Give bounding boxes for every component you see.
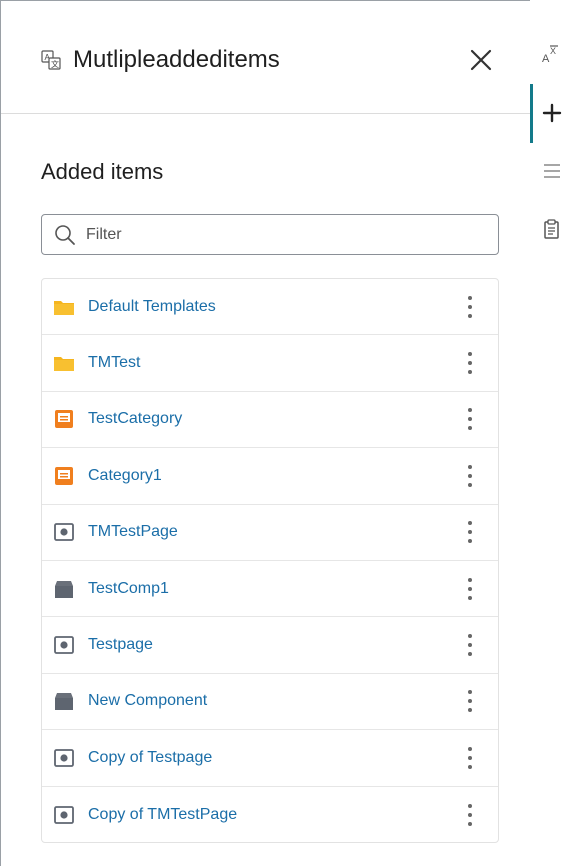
list-item[interactable]: Copy of Testpage	[42, 730, 498, 787]
more-options-icon[interactable]	[462, 350, 478, 376]
list-item[interactable]: TMTestPage	[42, 505, 498, 561]
item-label[interactable]: Default Templates	[88, 298, 216, 316]
category-icon	[55, 410, 73, 429]
add-button[interactable]	[530, 84, 575, 144]
list-item[interactable]: Category1	[42, 448, 498, 505]
list-item[interactable]: Copy of TMTestPage	[42, 787, 498, 842]
more-options-icon[interactable]	[462, 632, 478, 658]
item-label[interactable]: TMTestPage	[88, 523, 178, 541]
more-options-icon[interactable]	[462, 294, 478, 320]
category-icon	[55, 466, 73, 485]
item-label[interactable]: TestCategory	[88, 410, 182, 428]
plus-icon	[542, 103, 562, 123]
page-icon	[54, 748, 74, 767]
filter-input[interactable]	[86, 221, 486, 249]
page-icon	[54, 636, 74, 654]
filter-box	[41, 214, 499, 255]
side-panel: A 文 Mutlipleaddeditems Added items Defau…	[0, 0, 530, 866]
list-item[interactable]: TestCategory	[42, 392, 498, 449]
svg-text:文: 文	[51, 59, 59, 69]
item-label[interactable]: New Component	[88, 692, 207, 710]
page-icon	[54, 523, 74, 542]
item-label[interactable]: TestComp1	[88, 580, 169, 598]
svg-text:X: X	[550, 46, 556, 56]
list-item[interactable]: TestComp1	[42, 561, 498, 618]
panel-header: A 文 Mutlipleaddeditems	[1, 1, 530, 114]
more-options-icon[interactable]	[462, 463, 478, 489]
panel-title: Mutlipleaddeditems	[73, 46, 280, 73]
close-icon[interactable]	[467, 46, 495, 74]
list-item[interactable]: Default Templates	[42, 279, 498, 336]
more-options-icon[interactable]	[462, 519, 478, 545]
item-label[interactable]: Category1	[88, 467, 162, 485]
more-options-icon[interactable]	[462, 406, 478, 432]
folder-icon	[54, 300, 74, 315]
menu-icon	[544, 164, 560, 178]
clipboard-button[interactable]	[530, 200, 575, 260]
folder-icon	[54, 357, 74, 372]
more-options-icon[interactable]	[462, 688, 478, 714]
item-label[interactable]: TMTest	[88, 354, 140, 372]
item-label[interactable]: Testpage	[88, 636, 153, 654]
search-icon	[55, 225, 75, 245]
right-toolbar: A X	[530, 0, 575, 866]
item-label[interactable]: Copy of Testpage	[88, 749, 212, 767]
list-item[interactable]: New Component	[42, 674, 498, 731]
list-item[interactable]: TMTest	[42, 335, 498, 392]
clipboard-icon	[544, 219, 559, 239]
menu-button[interactable]	[530, 142, 575, 202]
more-options-icon[interactable]	[462, 745, 478, 771]
more-options-icon[interactable]	[462, 802, 478, 828]
added-items-list: Default Templates TMTest TestCategory Ca…	[41, 278, 499, 843]
component-icon	[55, 580, 73, 598]
list-item[interactable]: Testpage	[42, 617, 498, 674]
translate-icon: A X	[542, 45, 558, 64]
section-title: Added items	[41, 159, 164, 184]
item-label[interactable]: Copy of TMTestPage	[88, 806, 237, 824]
page-icon	[54, 805, 74, 824]
translate-button[interactable]: A X	[530, 25, 575, 85]
translation-icon: A 文	[41, 50, 61, 70]
component-icon	[55, 693, 73, 711]
more-options-icon[interactable]	[462, 576, 478, 602]
svg-text:A: A	[542, 53, 550, 64]
